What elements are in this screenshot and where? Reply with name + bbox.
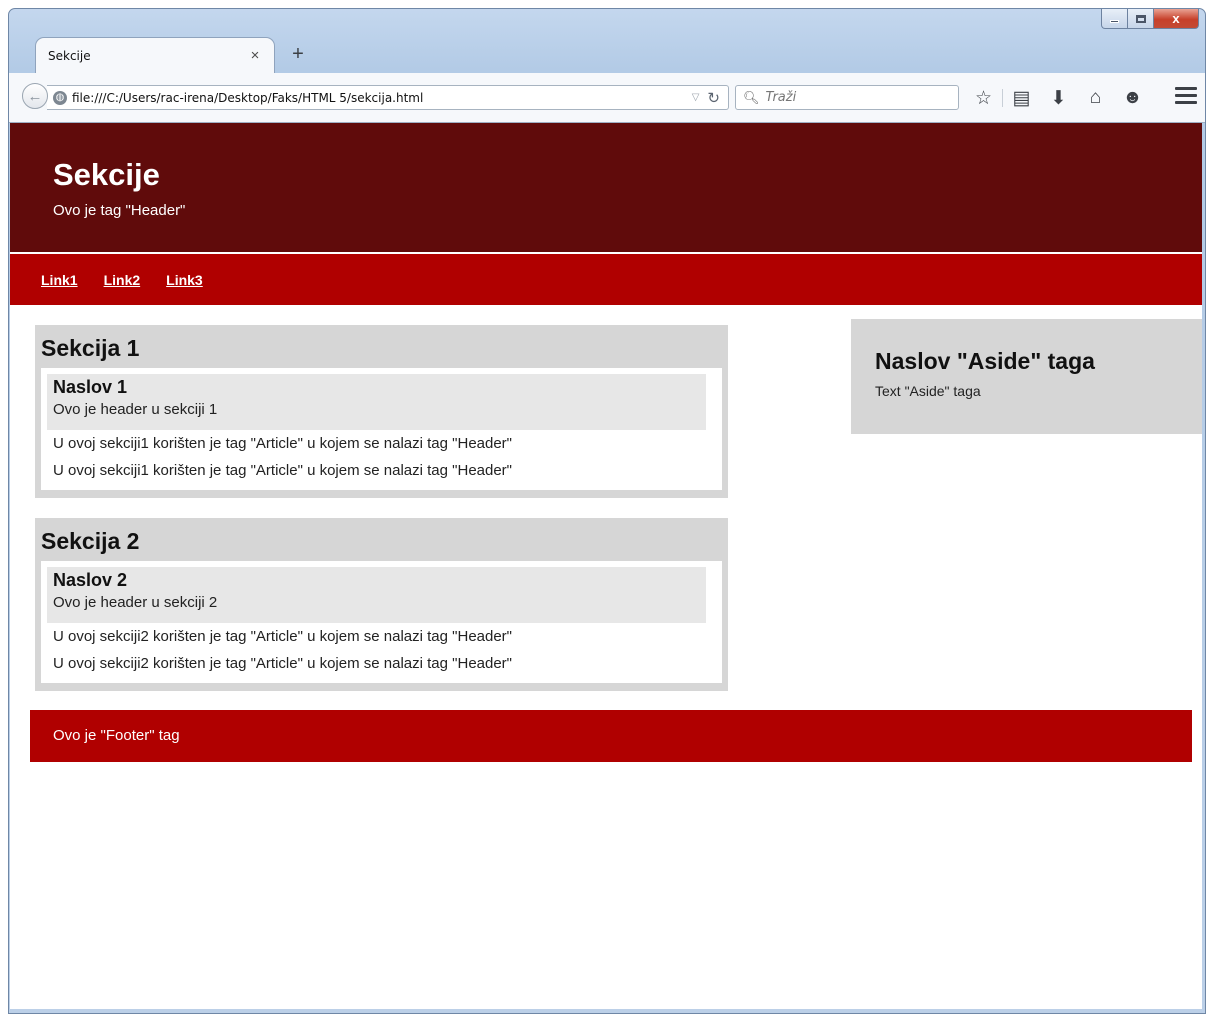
article: Naslov 1 Ovo je header u sekciji 1 U ovo… bbox=[41, 368, 722, 490]
page-header: Sekcije Ovo je tag "Header" bbox=[10, 123, 1202, 252]
article-heading: Naslov 2 bbox=[53, 570, 128, 590]
hamburger-menu-icon[interactable] bbox=[1175, 87, 1197, 108]
page-subtitle: Ovo je tag "Header" bbox=[53, 202, 186, 219]
section-title: Sekcija 1 bbox=[41, 335, 140, 361]
maximize-icon bbox=[1135, 14, 1146, 23]
tab-sekcije[interactable]: Sekcije × bbox=[35, 37, 275, 73]
maximize-button[interactable] bbox=[1128, 9, 1154, 29]
close-window-button[interactable]: x bbox=[1154, 9, 1199, 29]
section-2: Sekcija 2 Naslov 2 Ovo je header u sekci… bbox=[35, 518, 728, 691]
url-text[interactable]: file:///C:/Users/rac-irena/Desktop/Faks/… bbox=[72, 91, 692, 105]
article-header-text: Ovo je header u sekciji 2 bbox=[53, 594, 218, 611]
article-body: U ovoj sekciji1 korišten je tag "Article… bbox=[47, 430, 706, 484]
page-title: Sekcije bbox=[53, 157, 160, 192]
back-button[interactable]: ← bbox=[22, 83, 48, 109]
search-input[interactable] bbox=[765, 90, 946, 105]
aside-title: Naslov "Aside" taga bbox=[875, 348, 1095, 374]
article-line: U ovoj sekciji2 korišten je tag "Article… bbox=[53, 655, 513, 672]
nav-link-2[interactable]: Link2 bbox=[104, 272, 141, 288]
section-1: Sekcija 1 Naslov 1 Ovo je header u sekci… bbox=[35, 325, 728, 498]
chat-icon[interactable]: ☻ bbox=[1114, 87, 1151, 109]
article-line: U ovoj sekciji1 korišten je tag "Article… bbox=[53, 462, 513, 479]
article-body: U ovoj sekciji2 korišten je tag "Article… bbox=[47, 623, 706, 677]
download-icon[interactable]: ⬇ bbox=[1040, 87, 1077, 110]
article-header: Naslov 1 Ovo je header u sekciji 1 bbox=[47, 374, 706, 430]
section-title: Sekcija 2 bbox=[41, 528, 140, 554]
article-line: U ovoj sekciji2 korišten je tag "Article… bbox=[53, 628, 513, 645]
minimize-icon bbox=[1110, 20, 1119, 23]
star-icon[interactable]: ☆ bbox=[965, 87, 1002, 110]
nav-link-3[interactable]: Link3 bbox=[166, 272, 203, 288]
nav-link-1[interactable]: Link1 bbox=[41, 272, 78, 288]
article: Naslov 2 Ovo je header u sekciji 2 U ovo… bbox=[41, 561, 722, 683]
minimize-button[interactable] bbox=[1101, 9, 1128, 29]
navigation-toolbar: ◍ file:///C:/Users/rac-irena/Desktop/Fak… bbox=[9, 73, 1205, 123]
tab-title: Sekcije bbox=[48, 48, 91, 63]
search-bar[interactable]: 🔍︎ bbox=[735, 85, 959, 110]
tab-strip: Sekcije × + bbox=[9, 33, 1205, 73]
article-header: Naslov 2 Ovo je header u sekciji 2 bbox=[47, 567, 706, 623]
window-controls: x bbox=[1101, 9, 1199, 29]
page-nav: Link1 Link2 Link3 bbox=[10, 254, 1202, 305]
back-arrow-icon: ← bbox=[27, 87, 43, 105]
search-icon: 🔍︎ bbox=[743, 89, 760, 105]
tab-close-icon[interactable]: × bbox=[248, 47, 262, 64]
aside-text: Text "Aside" taga bbox=[875, 383, 981, 399]
article-heading: Naslov 1 bbox=[53, 377, 128, 397]
globe-icon: ◍ bbox=[53, 90, 67, 105]
article-line: U ovoj sekciji1 korišten je tag "Article… bbox=[53, 435, 513, 452]
page-viewport: Sekcije Ovo je tag "Header" Link1 Link2 … bbox=[10, 123, 1202, 1009]
article-header-text: Ovo je header u sekciji 1 bbox=[53, 401, 218, 418]
new-tab-button[interactable]: + bbox=[287, 43, 309, 66]
toolbar-icons: ☆ ▤ ⬇ ⌂ ☻ bbox=[965, 85, 1151, 111]
aside: Naslov "Aside" taga Text "Aside" taga bbox=[851, 319, 1202, 434]
page-footer: Ovo je "Footer" tag bbox=[30, 710, 1192, 762]
url-bar[interactable]: ◍ file:///C:/Users/rac-irena/Desktop/Fak… bbox=[47, 85, 729, 110]
home-icon[interactable]: ⌂ bbox=[1077, 87, 1114, 109]
reading-list-icon[interactable]: ▤ bbox=[1003, 87, 1040, 110]
footer-text: Ovo je "Footer" tag bbox=[53, 727, 180, 744]
url-dropdown-icon[interactable]: ▽ bbox=[692, 92, 700, 103]
reload-icon[interactable]: ↻ bbox=[707, 89, 720, 107]
